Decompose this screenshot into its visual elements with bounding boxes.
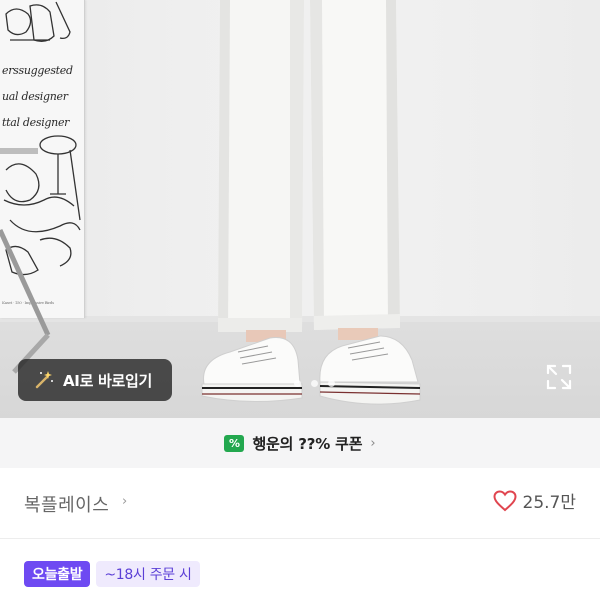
ai-try-on-button[interactable]: AI로 바로입기 <box>18 359 172 401</box>
metal-stand <box>0 148 51 374</box>
carousel-indicator <box>294 380 335 387</box>
order-cutoff-badge: ~18시 주문 시 <box>96 561 200 587</box>
likes-count: 25.7만 <box>522 493 577 513</box>
store-name-link[interactable]: 복플레이스 <box>24 491 109 517</box>
heart-outline-icon <box>492 489 517 511</box>
chevron-right-icon: › <box>370 435 376 451</box>
carousel-dot[interactable] <box>294 380 301 387</box>
product-image[interactable]: erssuggested ual designer ttal designer … <box>0 0 600 418</box>
white-pants-and-sneakers <box>201 0 421 405</box>
coupon-icon: % <box>224 434 245 452</box>
divider <box>0 538 600 539</box>
chevron-right-icon[interactable]: › <box>122 494 127 509</box>
carousel-dot[interactable] <box>328 380 335 387</box>
coupon-badge-symbol: % <box>228 436 240 450</box>
delivery-tags: 오늘출발 ~18시 주문 시 <box>24 561 200 587</box>
coupon-label: 행운의 ??% 쿠폰 <box>252 434 363 453</box>
today-dispatch-badge: 오늘출발 <box>24 561 91 587</box>
ai-try-on-label: AI로 바로입기 <box>63 371 153 390</box>
store-row: 복플레이스 › 25.7만 <box>0 468 600 538</box>
like-button[interactable]: 25.7만 <box>492 488 577 513</box>
expand-icon[interactable] <box>546 364 572 390</box>
lucky-coupon-banner[interactable]: % 행운의 ??% 쿠폰 › <box>0 418 600 468</box>
magic-wand-icon <box>35 371 53 389</box>
carousel-dot[interactable] <box>311 380 318 387</box>
